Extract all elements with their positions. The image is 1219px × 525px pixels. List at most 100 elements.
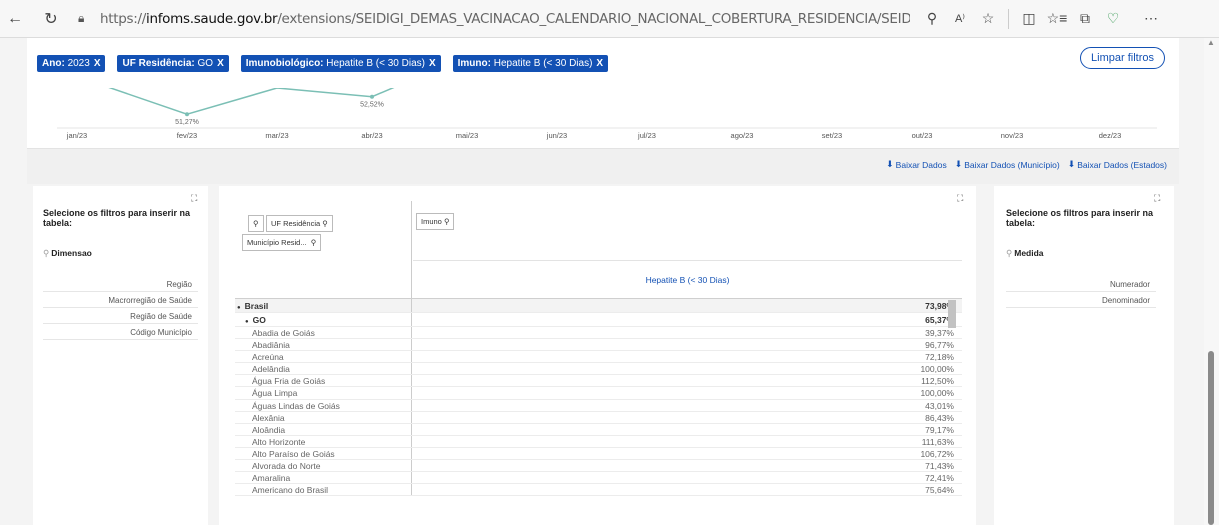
collapse-icon[interactable]: ● (245, 319, 249, 325)
collapse-icon[interactable]: ● (237, 305, 241, 311)
download-municipio-link[interactable]: ⬇ Baixar Dados (Município) (955, 159, 1060, 170)
row-value: 71,43% (925, 461, 954, 472)
row-label-text: Alto Paraíso de Goiás (252, 448, 335, 459)
remove-filter-icon[interactable]: X (429, 58, 436, 69)
row-label-text: Amaralina (252, 473, 291, 484)
row-value: 43,01% (925, 400, 954, 411)
imuno-dimension[interactable]: Imuno ⚲ (416, 213, 455, 230)
remove-filter-icon[interactable]: X (94, 58, 101, 69)
chip-value: 2023 (67, 57, 90, 69)
url-path: /extensions/SEIDIGI_DEMAS_VACINACAO_CALE… (277, 10, 910, 27)
browser-toolbar: ← ↻ 🔒︎ https://infoms.saude.gov.br/exten… (0, 0, 1219, 38)
search-label: Medida (1014, 248, 1044, 258)
dimension-item[interactable]: Região (43, 276, 198, 292)
table-row[interactable]: Acreúna 72,18% (235, 351, 962, 364)
x-tick-label: mar/23 (265, 131, 289, 140)
row-label: Águas Lindas de Goiás (235, 399, 412, 411)
row-value: 111,63% (921, 436, 954, 447)
chart-plot: 51,27% 52,52% (57, 88, 1157, 129)
dimension-list: Região Macrorregião de Saúde Região de S… (43, 276, 198, 340)
table-row[interactable]: Alto Paraíso de Goiás 106,72% (235, 447, 962, 461)
download-icon: ⬇ (954, 159, 963, 169)
clear-filters-button[interactable]: Limpar filtros (1080, 47, 1165, 69)
extension-icon[interactable]: ♡ (1099, 6, 1127, 32)
municipio-residencia-dimension[interactable]: Município Resid... ⚲ (242, 234, 322, 251)
scrollbar-thumb[interactable] (1208, 351, 1214, 525)
row-label[interactable]: ● GO (235, 313, 412, 326)
table-row[interactable]: Alvorada do Norte 71,43% (235, 460, 962, 473)
back-icon[interactable]: ← (2, 6, 28, 32)
row-value: 75,64% (925, 485, 954, 496)
measure-search[interactable]: ⚲ Medida (1006, 248, 1044, 259)
address-bar[interactable]: https://infoms.saude.gov.br/extensions/S… (100, 11, 910, 27)
page-scrollbar[interactable]: ▲ (1204, 38, 1219, 525)
x-tick-label: mai/23 (455, 131, 479, 140)
download-icon: ⬇ (1067, 159, 1076, 169)
download-estados-link[interactable]: ⬇ Baixar Dados (Estados) (1068, 159, 1167, 170)
reload-icon[interactable]: ↻ (38, 6, 64, 32)
dimension-panel: ⛶ Selecione os filtros para inserir na t… (33, 186, 208, 525)
chip-key: Imuno: (457, 57, 491, 69)
row-label[interactable]: ● Brasil (235, 299, 412, 312)
remove-filter-icon[interactable]: X (217, 58, 224, 69)
download-strip: ⬇ Baixar Dados ⬇ Baixar Dados (Município) … (27, 148, 1179, 184)
table-group-row[interactable]: ● GO 65,37% (235, 313, 962, 327)
zoom-icon[interactable]: ⚲ (918, 6, 946, 32)
split-screen-icon[interactable]: ◫ (1015, 6, 1043, 32)
panel-title: Selecione os filtros para inserir na tab… (43, 208, 191, 228)
dimension-item[interactable]: Código Município (43, 324, 198, 340)
expand-icon[interactable]: ⛶ (191, 193, 197, 204)
filter-chip-ano[interactable]: Ano: 2023 X (37, 54, 106, 72)
table-row[interactable]: Água Fria de Goiás 112,50% (235, 375, 962, 388)
row-label-text: Águas Lindas de Goiás (252, 400, 340, 411)
pivot-rows: ● Brasil 73,98% ● GO 65,37% Abadia de Goiás 39,… (235, 298, 962, 497)
filter-chip-imuno[interactable]: Imuno: Hepatite B (< 30 Dias) X (452, 54, 609, 72)
search-rows-button[interactable]: ⚲ (248, 215, 264, 232)
lock-icon[interactable]: 🔒︎ (78, 11, 94, 26)
row-value: 96,77% (925, 340, 954, 351)
table-row[interactable]: Adelândia 100,00% (235, 363, 962, 376)
read-aloud-icon[interactable]: A⁾ (946, 6, 974, 32)
table-row[interactable]: Água Limpa 100,00% (235, 387, 962, 400)
dimension-item[interactable]: Macrorregião de Saúde (43, 292, 198, 308)
table-row[interactable]: Amaralina 72,41% (235, 472, 962, 485)
expand-icon[interactable]: ⛶ (1154, 193, 1160, 204)
table-row[interactable]: Americano do Brasil 75,64% (235, 484, 962, 497)
search-icon: ⚲ (443, 217, 450, 226)
uf-residencia-dimension[interactable]: UF Residência ⚲ (266, 215, 333, 232)
filter-chip-imunobiologico[interactable]: Imunobiológico: Hepatite B (< 30 Dias) X (240, 54, 441, 72)
table-row[interactable]: Abadia de Goiás 39,37% (235, 327, 962, 340)
column-header[interactable]: Hepatite B (< 30 Dias) (413, 260, 962, 298)
download-icon: ⬇ (886, 159, 894, 169)
dimension-item[interactable]: Região de Saúde (43, 308, 198, 324)
table-scrollbar[interactable] (948, 300, 956, 328)
measure-item[interactable]: Numerador (1006, 276, 1156, 292)
table-row[interactable]: Alexânia 86,43% (235, 411, 962, 424)
table-group-row[interactable]: ● Brasil 73,98% (235, 299, 962, 313)
favorites-icon[interactable]: ☆≡ (1043, 6, 1071, 32)
dimension-search[interactable]: ⚲ Dimensao (43, 248, 92, 259)
data-label: 51,27% (175, 119, 199, 126)
filter-chip-uf[interactable]: UF Residência: GO X (117, 54, 229, 72)
download-data-link[interactable]: ⬇ Baixar Dados (886, 159, 947, 170)
row-label-text: Abadiânia (252, 340, 290, 351)
more-icon[interactable]: ⋯ (1137, 6, 1165, 32)
data-point[interactable] (370, 94, 374, 99)
x-tick-label: ago/23 (730, 131, 754, 140)
row-label: Alexânia (235, 411, 412, 423)
table-row[interactable]: Aloândia 79,17% (235, 423, 962, 436)
dashboard-page: Ano: 2023 X UF Residência: GO X Imunobioló… (0, 38, 1219, 525)
table-row[interactable]: Abadiânia 96,77% (235, 339, 962, 352)
measure-item[interactable]: Denominador (1006, 292, 1156, 308)
x-tick-label: set/23 (821, 131, 843, 140)
row-label: Água Limpa (235, 387, 412, 399)
star-icon[interactable]: ☆ (974, 6, 1002, 32)
data-point[interactable] (185, 112, 189, 117)
row-value: 79,17% (925, 424, 954, 435)
table-row[interactable]: Alto Horizonte 111,63% (235, 435, 962, 448)
remove-filter-icon[interactable]: X (596, 58, 603, 69)
x-tick-label: jun/23 (546, 131, 568, 140)
collections-icon[interactable]: ⧉ (1071, 6, 1099, 32)
scroll-up-icon[interactable]: ▲ (1207, 38, 1215, 47)
table-row[interactable]: Águas Lindas de Goiás 43,01% (235, 399, 962, 412)
